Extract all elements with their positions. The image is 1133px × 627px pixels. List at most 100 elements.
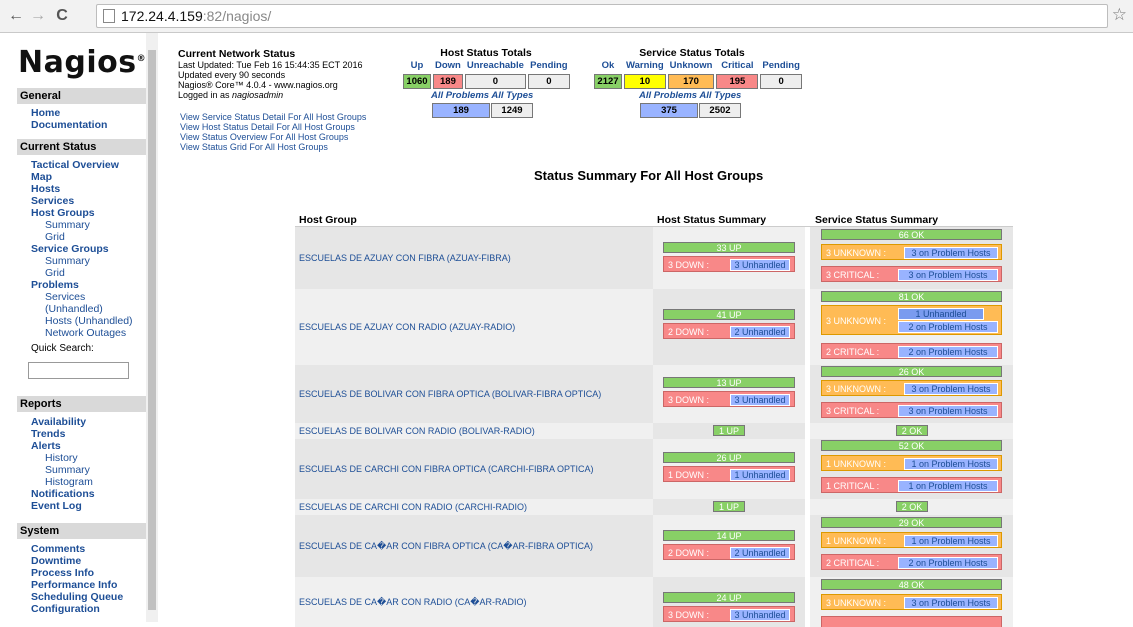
nav-problems-unhandled[interactable]: (Unhandled) [45, 303, 103, 315]
critical-detail[interactable]: 3 on Problem Hosts [898, 405, 998, 417]
host-all-types-label[interactable]: All Types [491, 90, 533, 101]
ok-badge[interactable]: 66 OK [821, 229, 1002, 240]
unknown-detail[interactable]: 3 on Problem Hosts [904, 383, 998, 395]
ok-badge[interactable]: 52 OK [821, 440, 1002, 451]
critical-count[interactable]: 2 CRITICAL : [826, 558, 879, 568]
host-hdr-unreachable[interactable]: Unreachable [465, 59, 526, 72]
unknown-count[interactable]: 1 UNKNOWN : [826, 536, 886, 546]
nav-problems[interactable]: Problems [31, 279, 79, 291]
unknown-count[interactable]: 3 UNKNOWN : [826, 598, 886, 608]
unknown-detail[interactable]: 1 on Problem Hosts [904, 535, 998, 547]
nav-map[interactable]: Map [31, 171, 52, 183]
nav-host-groups-summary[interactable]: Summary [45, 219, 90, 231]
unhandled-badge[interactable]: 3 Unhandled [730, 394, 790, 406]
link-status-overview[interactable]: View Status Overview For All Host Groups [180, 132, 366, 142]
up-badge[interactable]: 33 UP [663, 242, 795, 253]
down-count[interactable]: 2 DOWN : [668, 327, 709, 337]
host-group-link[interactable]: ESCUELAS DE BOLIVAR CON RADIO (BOLIVAR-R… [295, 423, 655, 439]
nav-service-groups-grid[interactable]: Grid [45, 267, 65, 279]
unknown-count[interactable]: 3 UNKNOWN : [826, 384, 886, 394]
reload-icon[interactable]: C [52, 6, 72, 26]
critical-detail[interactable]: 3 on Problem Hosts [898, 269, 998, 281]
nav-problems-hosts-unhandled[interactable]: Hosts (Unhandled) [45, 315, 133, 327]
nav-service-groups-summary[interactable]: Summary [45, 255, 90, 267]
nav-alerts-history[interactable]: History [45, 452, 78, 464]
ok-badge[interactable]: 2 OK [896, 501, 928, 512]
critical-detail[interactable]: 2 on Problem Hosts [898, 557, 998, 569]
ok-badge[interactable]: 26 OK [821, 366, 1002, 377]
unhandled-badge[interactable]: 3 Unhandled [730, 259, 790, 271]
nav-event-log[interactable]: Event Log [31, 500, 82, 512]
host-group-link[interactable]: ESCUELAS DE AZUAY CON RADIO (AZUAY-RADIO… [295, 289, 655, 365]
host-hdr-up[interactable]: Up [403, 59, 431, 72]
back-icon[interactable]: ← [6, 6, 26, 26]
ok-badge[interactable]: 81 OK [821, 291, 1002, 302]
host-group-link[interactable]: ESCUELAS DE CA�AR CON RADIO (CA�AR-RADIO… [295, 577, 655, 627]
ok-badge[interactable]: 2 OK [896, 425, 928, 436]
host-hdr-pending[interactable]: Pending [528, 59, 570, 72]
nav-process-info[interactable]: Process Info [31, 567, 94, 579]
nav-scheduling-queue[interactable]: Scheduling Queue [31, 591, 123, 603]
down-count[interactable]: 2 DOWN : [668, 548, 709, 558]
unhandled-badge[interactable]: 2 Unhandled [730, 547, 790, 559]
down-count[interactable]: 3 DOWN : [668, 395, 709, 405]
link-service-status-detail[interactable]: View Service Status Detail For All Host … [180, 112, 366, 122]
svc-hdr-unknown[interactable]: Unknown [668, 59, 715, 72]
nav-hosts[interactable]: Hosts [31, 183, 60, 195]
critical-count[interactable]: 3 CRITICAL : [826, 406, 879, 416]
up-badge[interactable]: 41 UP [663, 309, 795, 320]
nav-problems-services[interactable]: Services [45, 291, 85, 303]
svc-hdr-pending[interactable]: Pending [760, 59, 801, 72]
address-bar[interactable]: 172.24.4.159:82/nagios/ [96, 4, 1108, 28]
svc-hdr-warning[interactable]: Warning [624, 59, 666, 72]
host-all-problems-label[interactable]: All Problems [431, 90, 489, 101]
sidebar-scroll-thumb[interactable] [148, 50, 156, 610]
up-badge[interactable]: 14 UP [663, 530, 795, 541]
unknown-detail[interactable]: 3 on Problem Hosts [904, 247, 998, 259]
host-group-link[interactable]: ESCUELAS DE CARCHI CON FIBRA OPTICA (CAR… [295, 439, 655, 499]
up-badge[interactable]: 1 UP [713, 501, 745, 512]
nav-home[interactable]: Home [31, 107, 60, 119]
nav-network-outages[interactable]: Network Outages [45, 327, 126, 339]
nav-comments[interactable]: Comments [31, 543, 85, 555]
nav-documentation[interactable]: Documentation [31, 119, 107, 131]
critical-detail[interactable]: 1 on Problem Hosts [898, 480, 998, 492]
nav-host-groups-grid[interactable]: Grid [45, 231, 65, 243]
link-host-status-detail[interactable]: View Host Status Detail For All Host Gro… [180, 122, 366, 132]
critical-count[interactable]: 2 CRITICAL : [826, 347, 879, 357]
bookmark-star-icon[interactable]: ☆ [1112, 5, 1127, 25]
ok-badge[interactable]: 48 OK [821, 579, 1002, 590]
host-hdr-down[interactable]: Down [433, 59, 463, 72]
nav-availability[interactable]: Availability [31, 416, 86, 428]
nav-configuration[interactable]: Configuration [31, 603, 100, 615]
unhandled-badge[interactable]: 2 Unhandled [730, 326, 790, 338]
link-status-grid[interactable]: View Status Grid For All Host Groups [180, 142, 366, 152]
down-count[interactable]: 3 DOWN : [668, 610, 709, 620]
up-badge[interactable]: 24 UP [663, 592, 795, 603]
down-count[interactable]: 3 DOWN : [668, 260, 709, 270]
host-group-link[interactable]: ESCUELAS DE CA�AR CON FIBRA OPTICA (CA�A… [295, 515, 655, 577]
nav-tactical-overview[interactable]: Tactical Overview [31, 159, 119, 171]
host-group-link[interactable]: ESCUELAS DE BOLIVAR CON FIBRA OPTICA (BO… [295, 365, 655, 423]
unhandled-badge[interactable]: 3 Unhandled [730, 609, 790, 621]
unknown-unhandled[interactable]: 1 Unhandled [898, 308, 984, 320]
up-badge[interactable]: 1 UP [713, 425, 745, 436]
unknown-detail[interactable]: 1 on Problem Hosts [904, 458, 998, 470]
up-badge[interactable]: 26 UP [663, 452, 795, 463]
nav-alerts-histogram[interactable]: Histogram [45, 476, 93, 488]
host-group-link[interactable]: ESCUELAS DE AZUAY CON FIBRA (AZUAY-FIBRA… [295, 227, 655, 289]
nav-notifications[interactable]: Notifications [31, 488, 95, 500]
unknown-count[interactable]: 3 UNKNOWN : [826, 248, 886, 258]
nav-alerts-summary[interactable]: Summary [45, 464, 90, 476]
nav-services[interactable]: Services [31, 195, 74, 207]
svc-all-problems-label[interactable]: All Problems [639, 90, 697, 101]
nav-trends[interactable]: Trends [31, 428, 65, 440]
quick-search-input[interactable] [28, 362, 129, 379]
nav-host-groups[interactable]: Host Groups [31, 207, 95, 219]
up-badge[interactable]: 13 UP [663, 377, 795, 388]
unhandled-badge[interactable]: 1 Unhandled [730, 469, 790, 481]
nav-service-groups[interactable]: Service Groups [31, 243, 109, 255]
critical-detail[interactable]: 2 on Problem Hosts [898, 346, 998, 358]
host-group-link[interactable]: ESCUELAS DE CARCHI CON RADIO (CARCHI-RAD… [295, 499, 655, 515]
down-count[interactable]: 1 DOWN : [668, 470, 709, 480]
